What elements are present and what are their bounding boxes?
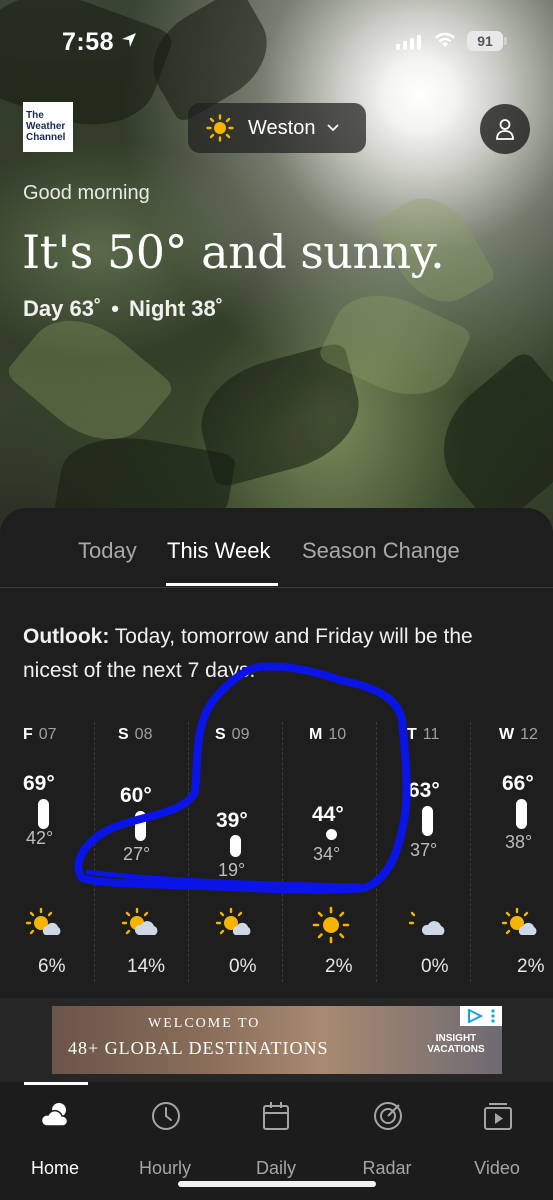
low-temp: 38° — [505, 832, 533, 852]
location-selector[interactable]: Weston — [188, 103, 366, 153]
home-indicator — [178, 1181, 376, 1187]
temp-range-bar — [422, 806, 433, 836]
day-name: W — [499, 726, 515, 743]
home-weather-icon — [40, 1103, 69, 1127]
partly-sunny-icon — [25, 907, 61, 935]
temp-range-bar — [326, 829, 337, 840]
active-nav-indicator — [24, 1082, 88, 1085]
day-date: 07 — [38, 726, 57, 743]
clock-icon — [152, 1102, 180, 1130]
partly-sunny-icon — [501, 907, 537, 935]
current-conditions-headline: It's 50° and sunny. — [22, 225, 445, 279]
tab-this-week[interactable]: This Week — [167, 538, 271, 564]
nav-label: Daily — [255, 1158, 296, 1178]
forecast-day[interactable]: W 12 66° 38° 2% — [470, 722, 553, 982]
cellular-signal-icon — [396, 34, 421, 50]
nav-label: Home — [30, 1158, 79, 1178]
nav-hourly[interactable]: Hourly — [115, 1096, 215, 1178]
night-temp: Night 38˚ — [128, 296, 224, 321]
forecast-day[interactable]: S 08 60° 27° 14% — [94, 722, 188, 982]
temp-range-bar — [516, 799, 527, 829]
temp-range-bar — [38, 799, 49, 829]
forecast-tabs: Today This Week Season Change — [0, 538, 553, 588]
outlook-label: Outlook: — [23, 625, 110, 648]
status-bar: 7:58 91 — [0, 22, 553, 62]
ad-line-1: WELCOME TO — [148, 1016, 261, 1031]
weekly-forecast: F 07 69° 42° 6% S 08 60° 27° 14% S 09 39… — [0, 722, 553, 982]
day-name: S — [118, 726, 129, 743]
location-arrow-icon — [122, 33, 136, 47]
ad-brand: INSIGHT VACATIONS — [427, 1033, 485, 1055]
profile-button[interactable] — [480, 104, 530, 154]
ad-container: WELCOME TO 48+ GLOBAL DESTINATIONS INSIG… — [0, 998, 553, 1082]
calendar-icon — [263, 1102, 289, 1130]
day-date: 11 — [422, 726, 440, 743]
hero-background — [0, 0, 553, 560]
day-date: 08 — [134, 726, 153, 743]
nav-label: Hourly — [138, 1158, 191, 1178]
day-date: 10 — [328, 726, 347, 743]
nav-label: Video — [474, 1158, 520, 1178]
battery-indicator: 91 — [467, 31, 507, 51]
partly-sunny-icon — [121, 907, 158, 935]
chevron-down-icon — [327, 124, 340, 132]
separator-dot: • — [111, 296, 119, 321]
active-tab-indicator — [166, 583, 278, 586]
day-name: M — [309, 726, 323, 743]
nav-home[interactable]: Home — [5, 1096, 105, 1178]
nav-radar[interactable]: Radar — [337, 1096, 437, 1178]
high-temp: 66° — [502, 772, 534, 795]
nav-video[interactable]: Video — [447, 1096, 547, 1178]
day-date: 09 — [231, 726, 250, 743]
wifi-icon — [435, 32, 455, 47]
partly-sunny-icon — [215, 907, 251, 935]
day-name: T — [407, 726, 417, 743]
day-night-temps: Day 63˚ • Night 38˚ — [23, 296, 223, 322]
day-date: 12 — [520, 726, 538, 743]
forecast-day[interactable]: S 09 39° 19° 0% — [188, 722, 282, 982]
ad-line-2: 48+ GLOBAL DESTINATIONS — [68, 1038, 329, 1058]
location-name: Weston — [248, 116, 316, 139]
day-name: F — [23, 726, 33, 743]
forecast-panel: Today This Week Season Change Outlook: T… — [0, 508, 553, 998]
clock-time: 7:58 — [62, 28, 115, 56]
nav-label: Radar — [362, 1158, 412, 1178]
forecast-day[interactable]: M 10 44° 34° 2% — [282, 722, 376, 982]
day-temp: Day 63˚ — [23, 296, 102, 321]
tab-season-change[interactable]: Season Change — [302, 538, 460, 564]
outlook-text: Outlook: Today, tomorrow and Friday will… — [23, 620, 523, 688]
video-icon — [484, 1103, 512, 1130]
weather-channel-logo[interactable]: The Weather Channel — [23, 102, 73, 152]
day-name: S — [215, 726, 226, 743]
temp-range-bar — [230, 835, 241, 857]
precip-chance: 2% — [517, 956, 545, 977]
forecast-day[interactable]: T 11 63° 37° 0% — [376, 722, 470, 982]
ad-banner[interactable]: WELCOME TO 48+ GLOBAL DESTINATIONS INSIG… — [52, 1006, 502, 1074]
tabs-divider — [0, 587, 553, 588]
greeting: Good morning — [23, 182, 150, 204]
user-icon — [496, 119, 514, 140]
nav-daily[interactable]: Daily — [226, 1096, 326, 1178]
forecast-day[interactable]: F 07 69° 42° 6% — [0, 722, 94, 982]
ad-choices-icon[interactable] — [460, 1006, 502, 1026]
partly-cloudy-icon — [408, 911, 445, 935]
sun-icon — [206, 114, 234, 142]
radar-icon — [374, 1102, 402, 1130]
tab-today[interactable]: Today — [78, 538, 137, 564]
sun-icon — [312, 906, 350, 944]
temp-range-bar — [135, 811, 146, 841]
